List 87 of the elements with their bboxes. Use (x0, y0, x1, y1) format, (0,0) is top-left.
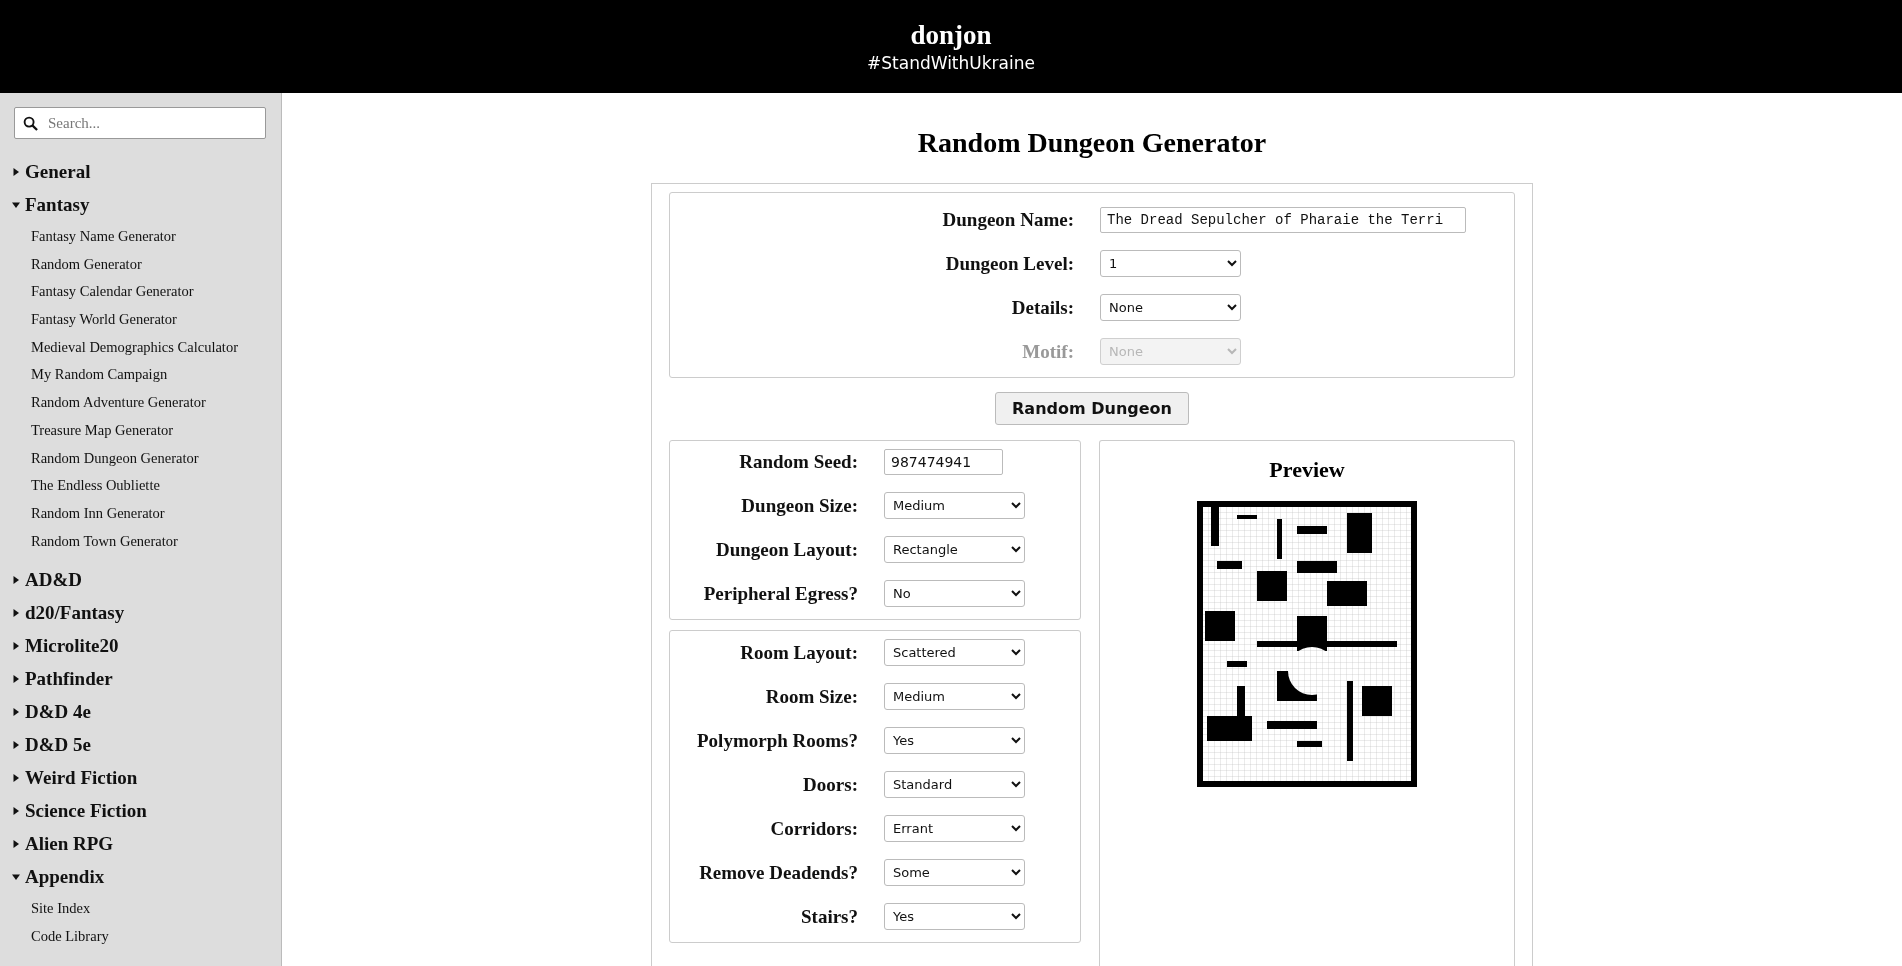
field-label: Dungeon Level: (945, 252, 1074, 275)
sidebar-section[interactable]: Pathfinder (12, 662, 281, 696)
caret-icon (12, 167, 20, 176)
sidebar-link[interactable]: My Random Campaign (31, 361, 168, 390)
section-label: General (25, 160, 91, 183)
field-label: Random Seed: (739, 451, 858, 473)
dropdown[interactable]: Yes (884, 727, 1025, 754)
dropdown[interactable]: Errant (884, 815, 1025, 842)
section-label: D&D 5e (25, 733, 91, 756)
dropdown[interactable]: 1 (1100, 250, 1241, 277)
caret-icon (12, 872, 20, 881)
caret-icon (12, 674, 20, 683)
preview-title: Preview (1269, 457, 1345, 483)
dropdown[interactable]: Medium (884, 492, 1025, 519)
dropdown[interactable]: Standard (884, 771, 1025, 798)
sidebar-link[interactable]: Fantasy World Generator (31, 306, 177, 334)
field-label: Polymorph Rooms? (697, 729, 858, 752)
sidebar-section[interactable]: AD&D (12, 563, 281, 597)
sidebar-link[interactable]: Random Town Generator (31, 527, 178, 556)
sidebar-section[interactable]: D&D 5e (12, 728, 281, 762)
caret-icon (12, 641, 20, 650)
dropdown[interactable]: Rectangle (884, 536, 1025, 563)
sidebar-link[interactable]: Random Inn Generator (31, 499, 165, 528)
sidebar-link[interactable]: Random Generator (31, 250, 142, 279)
text-field[interactable]: 987474941 (884, 449, 1003, 475)
field-label: Room Size: (765, 685, 858, 708)
field-label: Room Layout: (740, 641, 858, 664)
field-label: Peripheral Egress? (703, 582, 858, 605)
field-label: Remove Deadends? (699, 861, 858, 884)
sidebar-section[interactable]: Weird Fiction (12, 761, 281, 795)
sidebar-section[interactable]: General (12, 155, 281, 188)
section-label: Microlite20 (25, 634, 119, 657)
caret-icon (12, 707, 20, 716)
field-label: Doors: (803, 773, 858, 796)
field-label: Dungeon Name: (942, 209, 1074, 231)
caret-icon (12, 200, 20, 209)
field-label: Motif: (1022, 340, 1074, 363)
generate-button[interactable]: Random Dungeon (995, 392, 1189, 425)
sidebar-section[interactable]: Science Fiction (12, 794, 281, 828)
dropdown[interactable]: No (884, 580, 1025, 607)
sidebar-section[interactable]: Alien RPG (12, 827, 281, 861)
section-label: Science Fiction (25, 799, 147, 822)
sidebar-link[interactable]: Random Dungeon Generator (31, 444, 199, 473)
field-label: Stairs? (801, 905, 858, 928)
page-title: Random Dungeon Generator (917, 127, 1267, 159)
search-input[interactable]: Search... (46, 113, 257, 133)
sidebar-link[interactable]: Code Library (31, 922, 109, 951)
section-label: AD&D (25, 568, 82, 591)
caret-icon (12, 575, 20, 584)
sidebar-section[interactable]: Microlite20 (12, 629, 281, 663)
dropdown[interactable]: Medium (884, 683, 1025, 710)
caret-icon (12, 839, 20, 848)
section-label: D&D 4e (25, 700, 91, 723)
dropdown[interactable]: None (1100, 294, 1241, 321)
sidebar-link[interactable]: Fantasy Name Generator (31, 223, 176, 251)
section-label: Weird Fiction (25, 766, 138, 789)
sidebar-section[interactable]: Appendix (12, 860, 281, 894)
sidebar-link[interactable]: Medieval Demographics Calculator (31, 333, 238, 362)
caret-icon (12, 806, 20, 815)
field-label: Dungeon Layout: (716, 538, 858, 561)
field-label: Dungeon Size: (741, 494, 858, 517)
sidebar-link[interactable]: Treasure Map Generator (31, 416, 173, 445)
caret-icon (12, 740, 20, 749)
sidebar-section[interactable]: D&D 4e (12, 695, 281, 729)
section-label: d20/Fantasy (25, 601, 125, 624)
field-label: Details: (1011, 296, 1074, 319)
search-icon (23, 115, 38, 131)
dropdown[interactable]: Yes (884, 903, 1025, 930)
dropdown[interactable]: Some (884, 859, 1025, 886)
section-label: Fantasy (25, 193, 90, 216)
sidebar-link[interactable]: Random Adventure Generator (31, 389, 206, 417)
sidebar-link[interactable]: Site Index (31, 895, 91, 923)
sidebar-section[interactable]: d20/Fantasy (12, 596, 281, 630)
dropdown[interactable]: Scattered (884, 639, 1025, 666)
section-label: Appendix (25, 865, 105, 888)
caret-icon (12, 608, 20, 617)
search-field[interactable]: Search... (14, 107, 266, 139)
caret-icon (12, 773, 20, 782)
sidebar-link[interactable]: The Endless Oubliette (31, 472, 160, 500)
site-title[interactable]: donjon (910, 20, 992, 51)
section-label: Alien RPG (25, 832, 114, 855)
sidebar-section[interactable]: Fantasy (12, 188, 281, 221)
field-label: Corridors: (770, 817, 858, 840)
section-label: Pathfinder (25, 667, 113, 690)
text-field[interactable]: The Dread Sepulcher of Pharaie the Terri (1100, 207, 1466, 233)
site-subtitle: #StandWithUkraine (867, 53, 1035, 73)
sidebar-link[interactable]: Fantasy Calendar Generator (31, 278, 194, 307)
